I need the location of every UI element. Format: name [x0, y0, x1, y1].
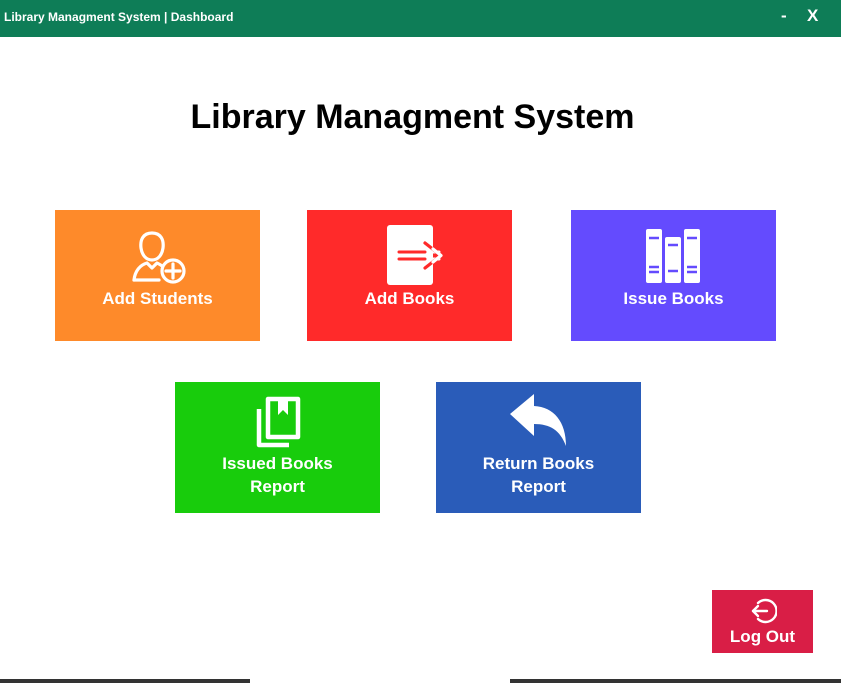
add-books-button[interactable]: Add Books [307, 210, 512, 341]
issued-books-report-label-line2: Report [250, 477, 305, 496]
close-button[interactable]: X [807, 5, 818, 27]
window-bottom-edge-right [510, 679, 841, 683]
issued-books-report-button[interactable]: Issued Books Report [175, 382, 380, 513]
book-arrow-icon [307, 223, 512, 287]
window-titlebar: Library Managment System | Dashboard - X [0, 0, 841, 37]
add-students-label: Add Students [102, 289, 213, 308]
issued-books-report-label-line1: Issued Books [222, 454, 333, 473]
logout-label: Log Out [729, 627, 796, 646]
add-user-icon [55, 228, 260, 288]
logout-button[interactable]: Log Out [712, 590, 813, 653]
logout-icon [712, 597, 813, 625]
window-title: Library Managment System | Dashboard [4, 10, 234, 24]
add-books-label: Add Books [364, 289, 455, 308]
minimize-button[interactable]: - [781, 5, 787, 27]
add-students-button[interactable]: Add Students [55, 210, 260, 341]
issue-books-label: Issue Books [623, 289, 724, 308]
bookshelf-icon [571, 227, 776, 285]
return-books-report-label-line2: Report [511, 477, 566, 496]
return-books-report-label-line1: Return Books [482, 454, 595, 473]
issue-books-button[interactable]: Issue Books [571, 210, 776, 341]
page-title: Library Managment System [190, 98, 635, 136]
books-stack-icon [175, 395, 380, 449]
return-books-report-button[interactable]: Return Books Report [436, 382, 641, 513]
window-bottom-edge-left [0, 679, 250, 683]
reply-arrow-icon [436, 392, 641, 448]
